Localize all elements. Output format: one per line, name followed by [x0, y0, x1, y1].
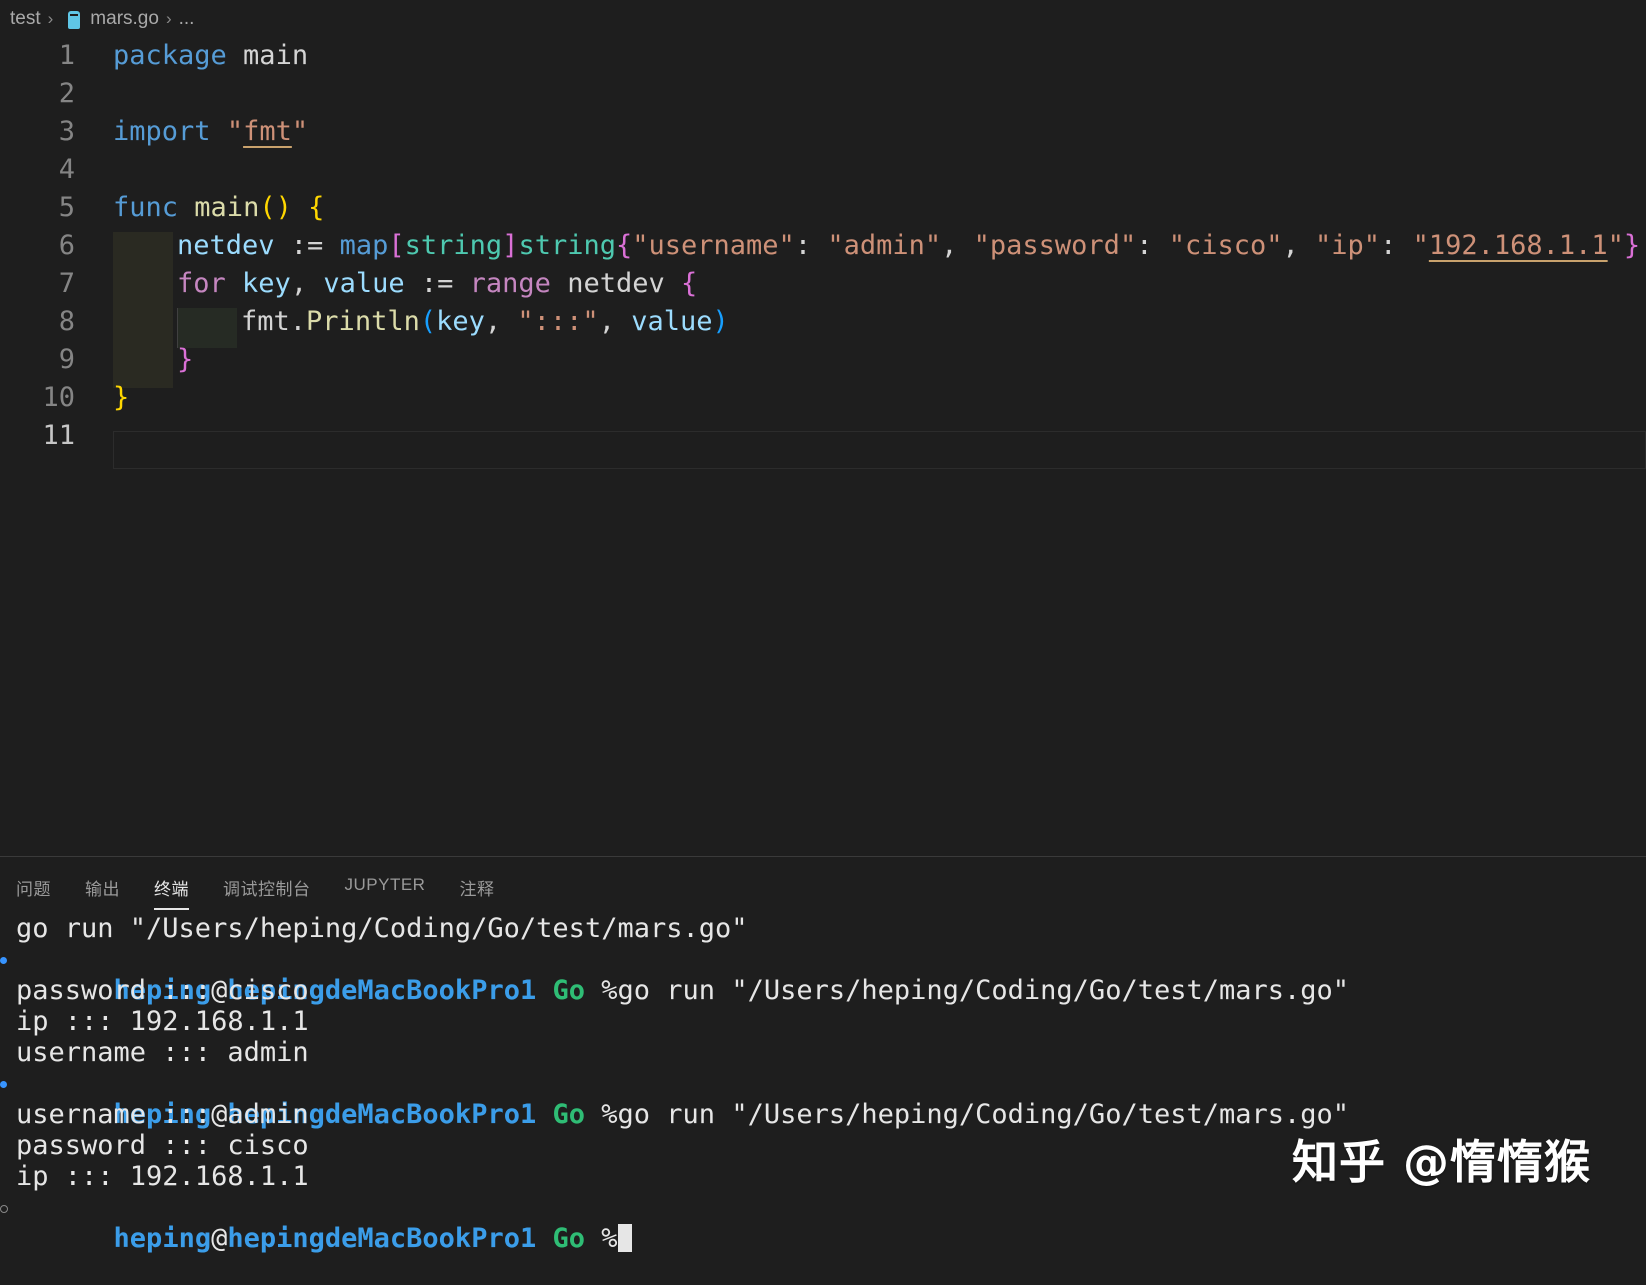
panel-tabs: 问题 输出 终端 调试控制台 JUPYTER 注释: [16, 875, 528, 910]
code-line[interactable]: 9 }: [0, 340, 1646, 380]
line-number: 2: [58, 78, 75, 109]
breadcrumb-more[interactable]: ...: [179, 8, 195, 30]
tab-terminal[interactable]: 终端: [154, 875, 189, 910]
terminal-prompt-line[interactable]: heping@hepingdeMacBookPro1 Go %: [0, 1192, 1646, 1254]
command-success-icon[interactable]: [0, 1081, 7, 1088]
line-number: 3: [58, 116, 75, 147]
line-number: 6: [58, 230, 75, 261]
command-success-icon[interactable]: [0, 957, 7, 964]
terminal-output-line: password ::: cisco: [16, 975, 309, 1006]
line-number: 7: [58, 268, 75, 299]
code-text: package main: [113, 40, 309, 71]
line-number: 5: [58, 192, 75, 223]
terminal-output-line: username ::: admin: [16, 1037, 309, 1068]
terminal-prompt-line: heping@hepingdeMacBookPro1 Go %go run "/…: [0, 944, 1646, 1006]
code-line[interactable]: 3 import "fmt": [0, 112, 1646, 152]
line-number: 9: [58, 344, 75, 375]
code-text: import "fmt": [113, 116, 309, 147]
code-text: func main() {: [113, 192, 325, 223]
tab-problems[interactable]: 问题: [16, 875, 51, 910]
code-text: }: [113, 382, 130, 413]
line-number: 11: [42, 420, 75, 451]
tab-comments[interactable]: 注释: [459, 875, 494, 910]
tab-output[interactable]: 输出: [85, 875, 120, 910]
code-editor[interactable]: 1 package main 2 3 import "fmt" 4 5 func…: [0, 36, 1646, 856]
breadcrumb-folder[interactable]: test: [10, 8, 41, 30]
code-line[interactable]: 1 package main: [0, 36, 1646, 76]
code-line[interactable]: 7 for key, value := range netdev {: [0, 264, 1646, 304]
breadcrumb: test › mars.go › ...: [0, 0, 1646, 38]
code-line[interactable]: 4: [0, 150, 1646, 190]
terminal-prompt-line: heping@hepingdeMacBookPro1 Go %go run "/…: [0, 1068, 1646, 1130]
go-file-icon: [68, 11, 81, 29]
breadcrumb-file[interactable]: mars.go: [90, 8, 159, 30]
line-number: 4: [58, 154, 75, 185]
tab-debug-console[interactable]: 调试控制台: [223, 875, 311, 910]
code-line[interactable]: 2: [0, 74, 1646, 114]
code-line-active[interactable]: 11: [0, 416, 1646, 456]
code-line[interactable]: 8 fmt.Println(key, ":::", value): [0, 302, 1646, 342]
code-line[interactable]: 6 netdev := map[string]string{"username"…: [0, 226, 1646, 266]
code-text: netdev := map[string]string{"username": …: [177, 230, 1641, 261]
terminal-cursor: [617, 1224, 632, 1252]
code-line[interactable]: 10 }: [0, 378, 1646, 418]
line-number: 1: [58, 40, 75, 71]
code-text: }: [177, 344, 194, 375]
command-pending-icon: [0, 1205, 8, 1213]
watermark: 知乎 @惰惰猴: [1292, 1135, 1592, 1189]
code-text: for key, value := range netdev {: [177, 268, 698, 299]
line-number: 8: [58, 306, 75, 337]
chevron-right-icon: ›: [165, 9, 172, 28]
terminal-line: go run "/Users/heping/Coding/Go/test/mar…: [16, 913, 748, 944]
terminal-output-line: ip ::: 192.168.1.1: [16, 1006, 309, 1037]
chevron-right-icon: ›: [47, 9, 54, 28]
code-text: fmt.Println(key, ":::", value): [241, 306, 729, 337]
code-line[interactable]: 5 func main() {: [0, 188, 1646, 228]
line-number: 10: [42, 382, 75, 413]
tab-jupyter[interactable]: JUPYTER: [345, 875, 426, 910]
